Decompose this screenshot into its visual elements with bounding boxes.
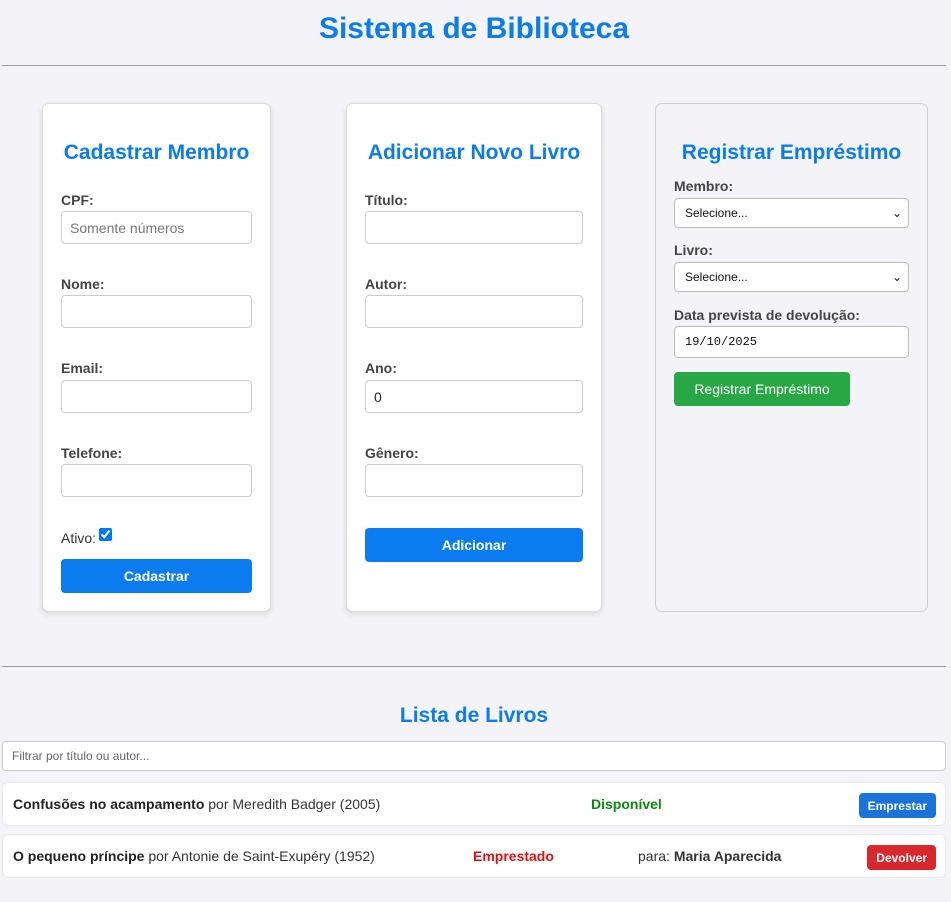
- due-date-value: 19/10/2025: [685, 335, 758, 349]
- by-text: por: [208, 796, 229, 812]
- divider-middle: [2, 666, 946, 667]
- book-select[interactable]: Selecione... ⌄: [674, 262, 909, 292]
- author-label: Autor:: [365, 276, 407, 292]
- genre-input[interactable]: [365, 464, 583, 497]
- active-checkbox[interactable]: [99, 528, 112, 541]
- name-label: Nome:: [61, 276, 105, 292]
- chevron-down-icon: ⌄: [891, 270, 902, 284]
- author-input[interactable]: [365, 295, 583, 328]
- book-author: Meredith Badger: [232, 796, 336, 812]
- borrower-prefix: para:: [638, 848, 670, 864]
- page-title: Sistema de Biblioteca: [318, 12, 630, 45]
- book-list-title: Lista de Livros: [399, 704, 549, 727]
- book-title-input[interactable]: [365, 211, 583, 244]
- chevron-down-icon: ⌄: [891, 206, 902, 220]
- book-info: O pequeno príncipe por Antonie de Saint-…: [13, 848, 375, 864]
- book-year: (2005): [339, 796, 381, 812]
- book-year: (1952): [334, 848, 375, 864]
- status-badge: Disponível: [591, 796, 662, 812]
- cpf-label: CPF:: [61, 192, 94, 208]
- lend-button[interactable]: Emprestar: [858, 793, 936, 818]
- book-select-label: Livro:: [674, 242, 713, 258]
- list-item: Confusões no acampamento por Meredith Ba…: [2, 782, 946, 826]
- cpf-input[interactable]: [61, 211, 252, 244]
- divider-top: [2, 65, 946, 66]
- genre-label: Gênero:: [365, 445, 419, 461]
- borrower-name: Maria Aparecida: [673, 848, 782, 864]
- list-item: O pequeno príncipe por Antonie de Saint-…: [2, 834, 946, 878]
- register-loan-button[interactable]: Registrar Empréstimo: [674, 372, 850, 406]
- book-title: O pequeno príncipe: [13, 848, 145, 864]
- email-input[interactable]: [61, 380, 252, 413]
- book-form-title: Adicionar Novo Livro: [367, 141, 581, 164]
- member-select[interactable]: Selecione... ⌄: [674, 198, 909, 228]
- year-label: Ano:: [365, 360, 397, 376]
- add-book-button[interactable]: Adicionar: [365, 528, 583, 562]
- phone-input[interactable]: [61, 464, 252, 497]
- member-select-label: Membro:: [674, 178, 734, 194]
- register-member-button[interactable]: Cadastrar: [61, 559, 252, 593]
- book-form-card: Adicionar Novo Livro Título: Autor: Ano:…: [346, 103, 602, 612]
- loan-form-card: Registrar Empréstimo Membro: Selecione..…: [655, 103, 928, 612]
- email-label: Email:: [61, 360, 104, 376]
- by-text: por: [148, 848, 169, 864]
- due-date-label: Data prevista de devolução:: [674, 307, 860, 323]
- book-info: Confusões no acampamento por Meredith Ba…: [13, 796, 380, 812]
- return-button[interactable]: Devolver: [867, 845, 936, 870]
- member-form-title: Cadastrar Membro: [63, 141, 250, 164]
- borrower-info: para: Maria Aparecida: [638, 848, 781, 864]
- book-select-value: Selecione...: [685, 270, 748, 284]
- filter-input[interactable]: [2, 741, 946, 771]
- book-title: Confusões no acampamento: [13, 796, 205, 812]
- active-label: Ativo:: [61, 530, 97, 546]
- loan-form-title: Registrar Empréstimo: [681, 141, 902, 164]
- book-author: Antonie de Saint-Exupéry: [171, 848, 331, 864]
- book-title-label: Título:: [365, 192, 408, 208]
- due-date-input[interactable]: 19/10/2025: [674, 326, 909, 358]
- member-select-value: Selecione...: [685, 206, 748, 220]
- status-badge: Emprestado: [473, 848, 554, 864]
- phone-label: Telefone:: [61, 445, 123, 461]
- name-input[interactable]: [61, 295, 252, 328]
- year-input[interactable]: [365, 380, 583, 413]
- member-form-card: Cadastrar Membro CPF: Nome: Email: Telef…: [42, 103, 271, 612]
